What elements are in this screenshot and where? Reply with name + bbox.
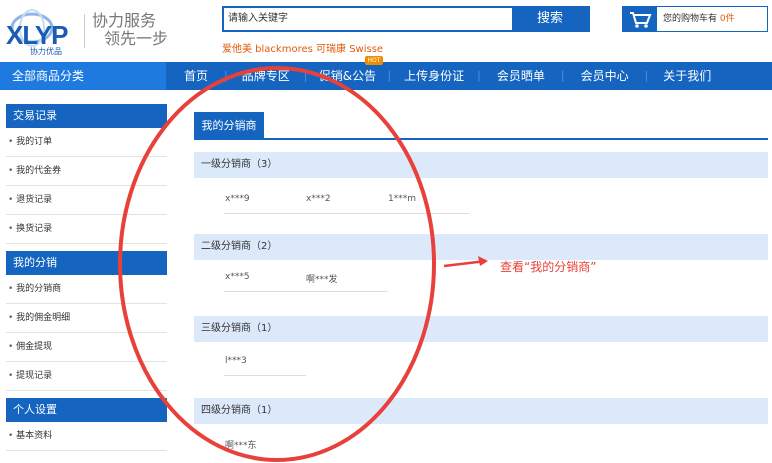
nav-separator: | bbox=[477, 69, 481, 82]
nav-item-upload-id[interactable]: 上传身份证 bbox=[393, 62, 475, 90]
level-members-1: x***9 x***2 1***m bbox=[194, 178, 768, 234]
level-header-3: 三级分销商（1） bbox=[194, 316, 768, 342]
level-header-1: 一级分销商（3） bbox=[194, 152, 768, 178]
sidebar-item-exchanges[interactable]: 换货记录 bbox=[6, 215, 167, 244]
member-name: 啊***东 bbox=[225, 441, 257, 451]
member-name: 1***m bbox=[388, 194, 416, 204]
divider bbox=[224, 213, 469, 214]
sidebar-item-vouchers[interactable]: 我的代金券 bbox=[6, 157, 167, 186]
sidebar-item-commission-details[interactable]: 我的佣金明细 bbox=[6, 304, 167, 333]
member-name: x***2 bbox=[306, 194, 331, 204]
divider bbox=[84, 14, 85, 48]
search-button[interactable]: 搜索 bbox=[512, 8, 588, 30]
nav-item-brands[interactable]: 品牌专区 bbox=[230, 62, 302, 90]
member-name: l***3 bbox=[225, 356, 247, 366]
cart-count: 0件 bbox=[719, 14, 735, 24]
level-header-4: 四级分销商（1） bbox=[194, 398, 768, 424]
nav-item-promotions[interactable]: 促销&公告 HOT bbox=[309, 56, 385, 90]
level-header-2: 二级分销商（2） bbox=[194, 234, 768, 260]
nav-item-promotions-label: 促销&公告 bbox=[318, 69, 377, 83]
search-input[interactable]: 请输入关键字 bbox=[224, 8, 512, 30]
nav-items: 首页 | 品牌专区 | 促销&公告 HOT | 上传身份证 | 会员晒单 | 会… bbox=[170, 56, 724, 90]
tab-my-distributors[interactable]: 我的分销商 bbox=[194, 112, 264, 140]
search-box: 请输入关键字 搜索 bbox=[222, 6, 590, 32]
slogan-line-1: 协力服务 bbox=[92, 11, 157, 30]
all-categories-button[interactable]: 全部商品分类 bbox=[0, 62, 166, 90]
sidebar-item-orders[interactable]: 我的订单 bbox=[6, 128, 167, 157]
level-members-3: l***3 bbox=[194, 342, 768, 398]
site-header: XLYP 协力优品 协力服务 领先一步 请输入关键字 搜索 爱他美 blackm… bbox=[0, 0, 772, 62]
tab-bar: 我的分销商 bbox=[194, 112, 768, 140]
sidebar-item-profile[interactable]: 基本资料 bbox=[6, 422, 167, 451]
cart-box[interactable]: 您的购物车有 0件 bbox=[622, 6, 768, 32]
member-name: x***9 bbox=[225, 194, 250, 204]
member-name: x***5 bbox=[225, 272, 250, 282]
nav-separator: | bbox=[303, 69, 308, 82]
main-nav: 全部商品分类 首页 | 品牌专区 | 促销&公告 HOT | 上传身份证 | 会… bbox=[0, 56, 772, 90]
annotation-label: 查看“我的分销商” bbox=[500, 260, 597, 274]
sidebar: 交易记录 我的订单 我的代金券 退货记录 换货记录 我的分销 我的分销商 我的佣… bbox=[6, 104, 167, 451]
divider bbox=[224, 291, 388, 292]
sidebar-item-withdraw-records[interactable]: 提现记录 bbox=[6, 362, 167, 391]
slogan: 协力服务 领先一步 bbox=[92, 12, 168, 48]
level-members-2: x***5 啊***发 bbox=[194, 260, 768, 316]
sidebar-group-title-settings: 个人设置 bbox=[6, 398, 167, 422]
nav-separator: | bbox=[224, 69, 228, 82]
nav-item-member-reviews[interactable]: 会员晒单 bbox=[483, 62, 559, 90]
hot-badge: HOT bbox=[364, 56, 384, 65]
cart-summary: 您的购物车有 0件 bbox=[663, 7, 735, 31]
nav-item-about[interactable]: 关于我们 bbox=[650, 62, 724, 90]
nav-item-member-center[interactable]: 会员中心 bbox=[567, 62, 643, 90]
hot-search-words[interactable]: 爱他美 blackmores 可瑞康 Swisse bbox=[222, 40, 383, 55]
main-content: 我的分销商 一级分销商（3） x***9 x***2 1***m 二级分销商（2… bbox=[194, 112, 768, 462]
sidebar-item-commission-withdraw[interactable]: 佣金提现 bbox=[6, 333, 167, 362]
level-members-4: 啊***东 bbox=[194, 424, 768, 462]
logo-subtext: 协力优品 bbox=[30, 47, 62, 56]
cart-icon bbox=[623, 7, 657, 31]
sidebar-item-my-distributors[interactable]: 我的分销商 bbox=[6, 275, 167, 304]
slogan-line-2: 领先一步 bbox=[104, 29, 169, 48]
member-name: 啊***发 bbox=[306, 275, 338, 285]
sidebar-item-returns[interactable]: 退货记录 bbox=[6, 186, 167, 215]
divider bbox=[224, 375, 306, 376]
page: XLYP 协力优品 协力服务 领先一步 请输入关键字 搜索 爱他美 blackm… bbox=[0, 0, 772, 463]
sidebar-group-title-distribution: 我的分销 bbox=[6, 251, 167, 275]
nav-item-home[interactable]: 首页 bbox=[170, 62, 222, 90]
sidebar-group-title-transactions: 交易记录 bbox=[6, 104, 167, 128]
nav-separator: | bbox=[387, 69, 392, 82]
site-logo[interactable]: XLYP 协力优品 bbox=[6, 4, 78, 56]
nav-separator: | bbox=[560, 69, 565, 82]
nav-separator: | bbox=[644, 69, 649, 82]
cart-label: 您的购物车有 bbox=[663, 14, 718, 24]
